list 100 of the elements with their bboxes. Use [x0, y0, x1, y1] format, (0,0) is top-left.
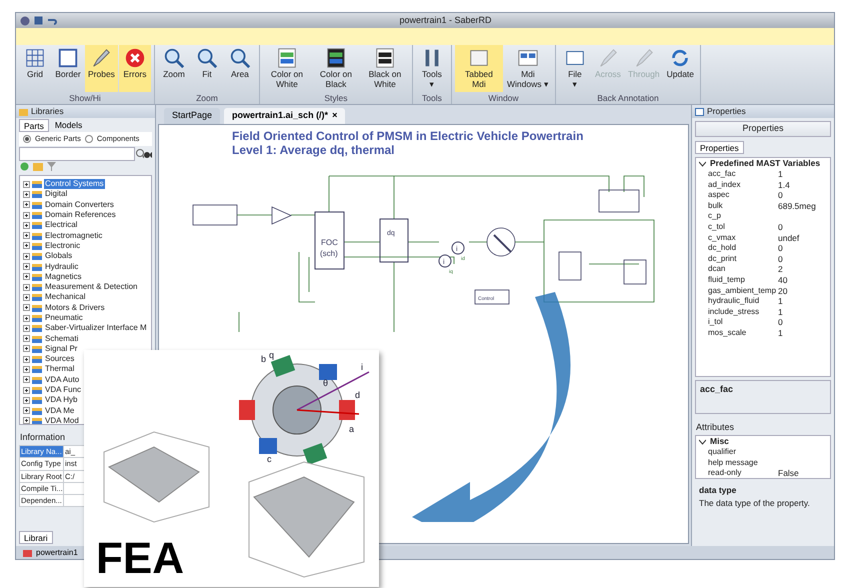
ribbon-button[interactable]: Update [664, 45, 698, 92]
panel-title: Properties [707, 105, 746, 118]
property-name: bulk [707, 200, 724, 212]
tree-item[interactable]: VDA Auto [44, 374, 80, 385]
tree-item[interactable]: Pneumatic [44, 313, 84, 323]
property-value: 2 [778, 264, 784, 275]
tree-item[interactable]: Domain References [44, 210, 117, 220]
expand-icon[interactable] [23, 232, 30, 240]
ribbon-button[interactable]: Area [224, 45, 256, 92]
tree-item[interactable]: VDA Me [44, 406, 76, 416]
chevron-icon[interactable] [699, 160, 706, 166]
group-label: Zoom [195, 92, 219, 104]
panel-tab[interactable]: Models [50, 119, 86, 132]
tree-item[interactable]: Saber-Virtualizer Interface M [44, 323, 148, 334]
save-icon[interactable] [34, 16, 43, 25]
tree-item[interactable]: Signal Pr [44, 344, 78, 354]
tree-item[interactable]: Motors & Drivers [44, 302, 106, 313]
expand-icon[interactable] [23, 366, 30, 373]
radio-icon[interactable] [23, 135, 31, 143]
ribbon-button[interactable]: Tabbed Mdi [454, 45, 503, 92]
expand-icon[interactable] [23, 386, 30, 394]
radio-icon[interactable] [84, 135, 93, 143]
ribbon-button[interactable]: Zoom [158, 45, 190, 92]
expand-icon[interactable] [23, 273, 30, 280]
taskbar-item[interactable]: powertrain1 [19, 546, 82, 559]
transform-block [380, 218, 408, 262]
tree-item[interactable]: Hydraulic [44, 262, 80, 272]
tree-item[interactable]: Measurement & Detection [44, 282, 138, 292]
tree-item[interactable]: Electrical [44, 220, 78, 230]
panel-tab[interactable]: Parts [19, 119, 49, 132]
tree-item[interactable]: Globals [44, 251, 74, 262]
property-name: ad_index [707, 180, 742, 190]
tree-item[interactable]: Electronic [44, 240, 82, 251]
tree-item[interactable]: Sources [44, 354, 76, 364]
expand-icon[interactable] [23, 201, 30, 208]
tree-item[interactable]: Control Systems [44, 179, 105, 190]
ribbon-button[interactable]: Border [52, 45, 84, 92]
block-label: (sch) [320, 248, 338, 258]
property-name: dc_hold [707, 243, 738, 254]
ribbon-button[interactable]: Color on Black [312, 45, 360, 92]
expand-icon[interactable] [23, 212, 30, 219]
expand-icon[interactable] [23, 190, 30, 198]
chevron-icon[interactable] [699, 438, 706, 444]
binoculars-icon[interactable] [144, 149, 152, 159]
app-icon[interactable] [20, 16, 30, 26]
tree-item[interactable]: Domain Converters [44, 200, 115, 210]
description-title: data type [699, 484, 738, 497]
ribbon-button[interactable]: Mdi Windows ▾ [504, 45, 552, 92]
ribbon-button[interactable]: Grid [19, 45, 51, 92]
tree-item[interactable]: Magnetics [44, 272, 82, 282]
property-value: 0 [778, 190, 784, 201]
search-icon[interactable] [135, 148, 144, 160]
tree-item[interactable]: Mechanical [44, 292, 86, 302]
window-icon [324, 47, 347, 69]
tree-item[interactable]: VDA Func [44, 385, 82, 396]
document-tab[interactable]: powertrain1.ai_sch (/)* × [224, 108, 346, 124]
ribbon-button[interactable]: Black on White [360, 45, 409, 92]
expand-icon[interactable] [23, 314, 30, 322]
expand-icon[interactable] [23, 417, 30, 424]
expand-icon[interactable] [23, 252, 30, 260]
property-value: False [778, 468, 800, 478]
expand-icon[interactable] [23, 356, 30, 363]
tree-item[interactable]: VDA Hyb [44, 395, 78, 406]
search-field[interactable] [19, 147, 135, 161]
ribbon-button[interactable]: Errors [118, 45, 151, 92]
tree-item[interactable]: Digital [44, 189, 68, 200]
magnifier-icon [162, 47, 185, 69]
tree-item[interactable]: Electromagnetic [44, 230, 104, 241]
expand-icon[interactable] [23, 407, 30, 414]
expand-icon[interactable] [23, 284, 30, 291]
tree-item[interactable]: VDA Mod [44, 416, 80, 424]
group-header: Predefined MAST Variables [710, 158, 820, 170]
close-button[interactable]: × [332, 109, 338, 122]
ribbon-button[interactable]: File ▾ [558, 45, 591, 92]
expand-icon[interactable] [23, 222, 30, 229]
document-tab[interactable]: StartPage [164, 108, 220, 124]
dropdown-field[interactable]: Properties [695, 121, 831, 137]
panel-tab[interactable]: Properties [695, 141, 744, 154]
ribbon-button[interactable]: Tools ▾ [416, 45, 448, 92]
ribbon-button[interactable]: Color on White [262, 45, 311, 92]
expand-icon[interactable] [23, 294, 30, 301]
expand-icon[interactable] [23, 335, 30, 342]
expand-icon[interactable] [23, 242, 30, 250]
expand-icon[interactable] [23, 396, 30, 404]
tree-item[interactable]: Thermal [44, 364, 76, 374]
ribbon-button[interactable]: Probes [85, 45, 118, 92]
ribbon-button[interactable]: Fit [190, 45, 223, 92]
expand-icon[interactable] [23, 376, 30, 384]
tree-item[interactable]: Schemati [44, 334, 80, 344]
window-icon [695, 108, 704, 116]
expand-icon[interactable] [23, 263, 30, 270]
undo-icon[interactable] [47, 16, 57, 25]
expand-icon[interactable] [23, 324, 30, 332]
expand-icon[interactable] [23, 345, 30, 352]
group-label: Show/Hi [68, 92, 102, 104]
property-value: 1.4 [778, 180, 791, 190]
panel-tab[interactable]: Librari [19, 531, 53, 544]
expand-icon[interactable] [23, 304, 30, 312]
expand-icon[interactable] [23, 180, 30, 188]
property-value: undef [778, 232, 800, 244]
